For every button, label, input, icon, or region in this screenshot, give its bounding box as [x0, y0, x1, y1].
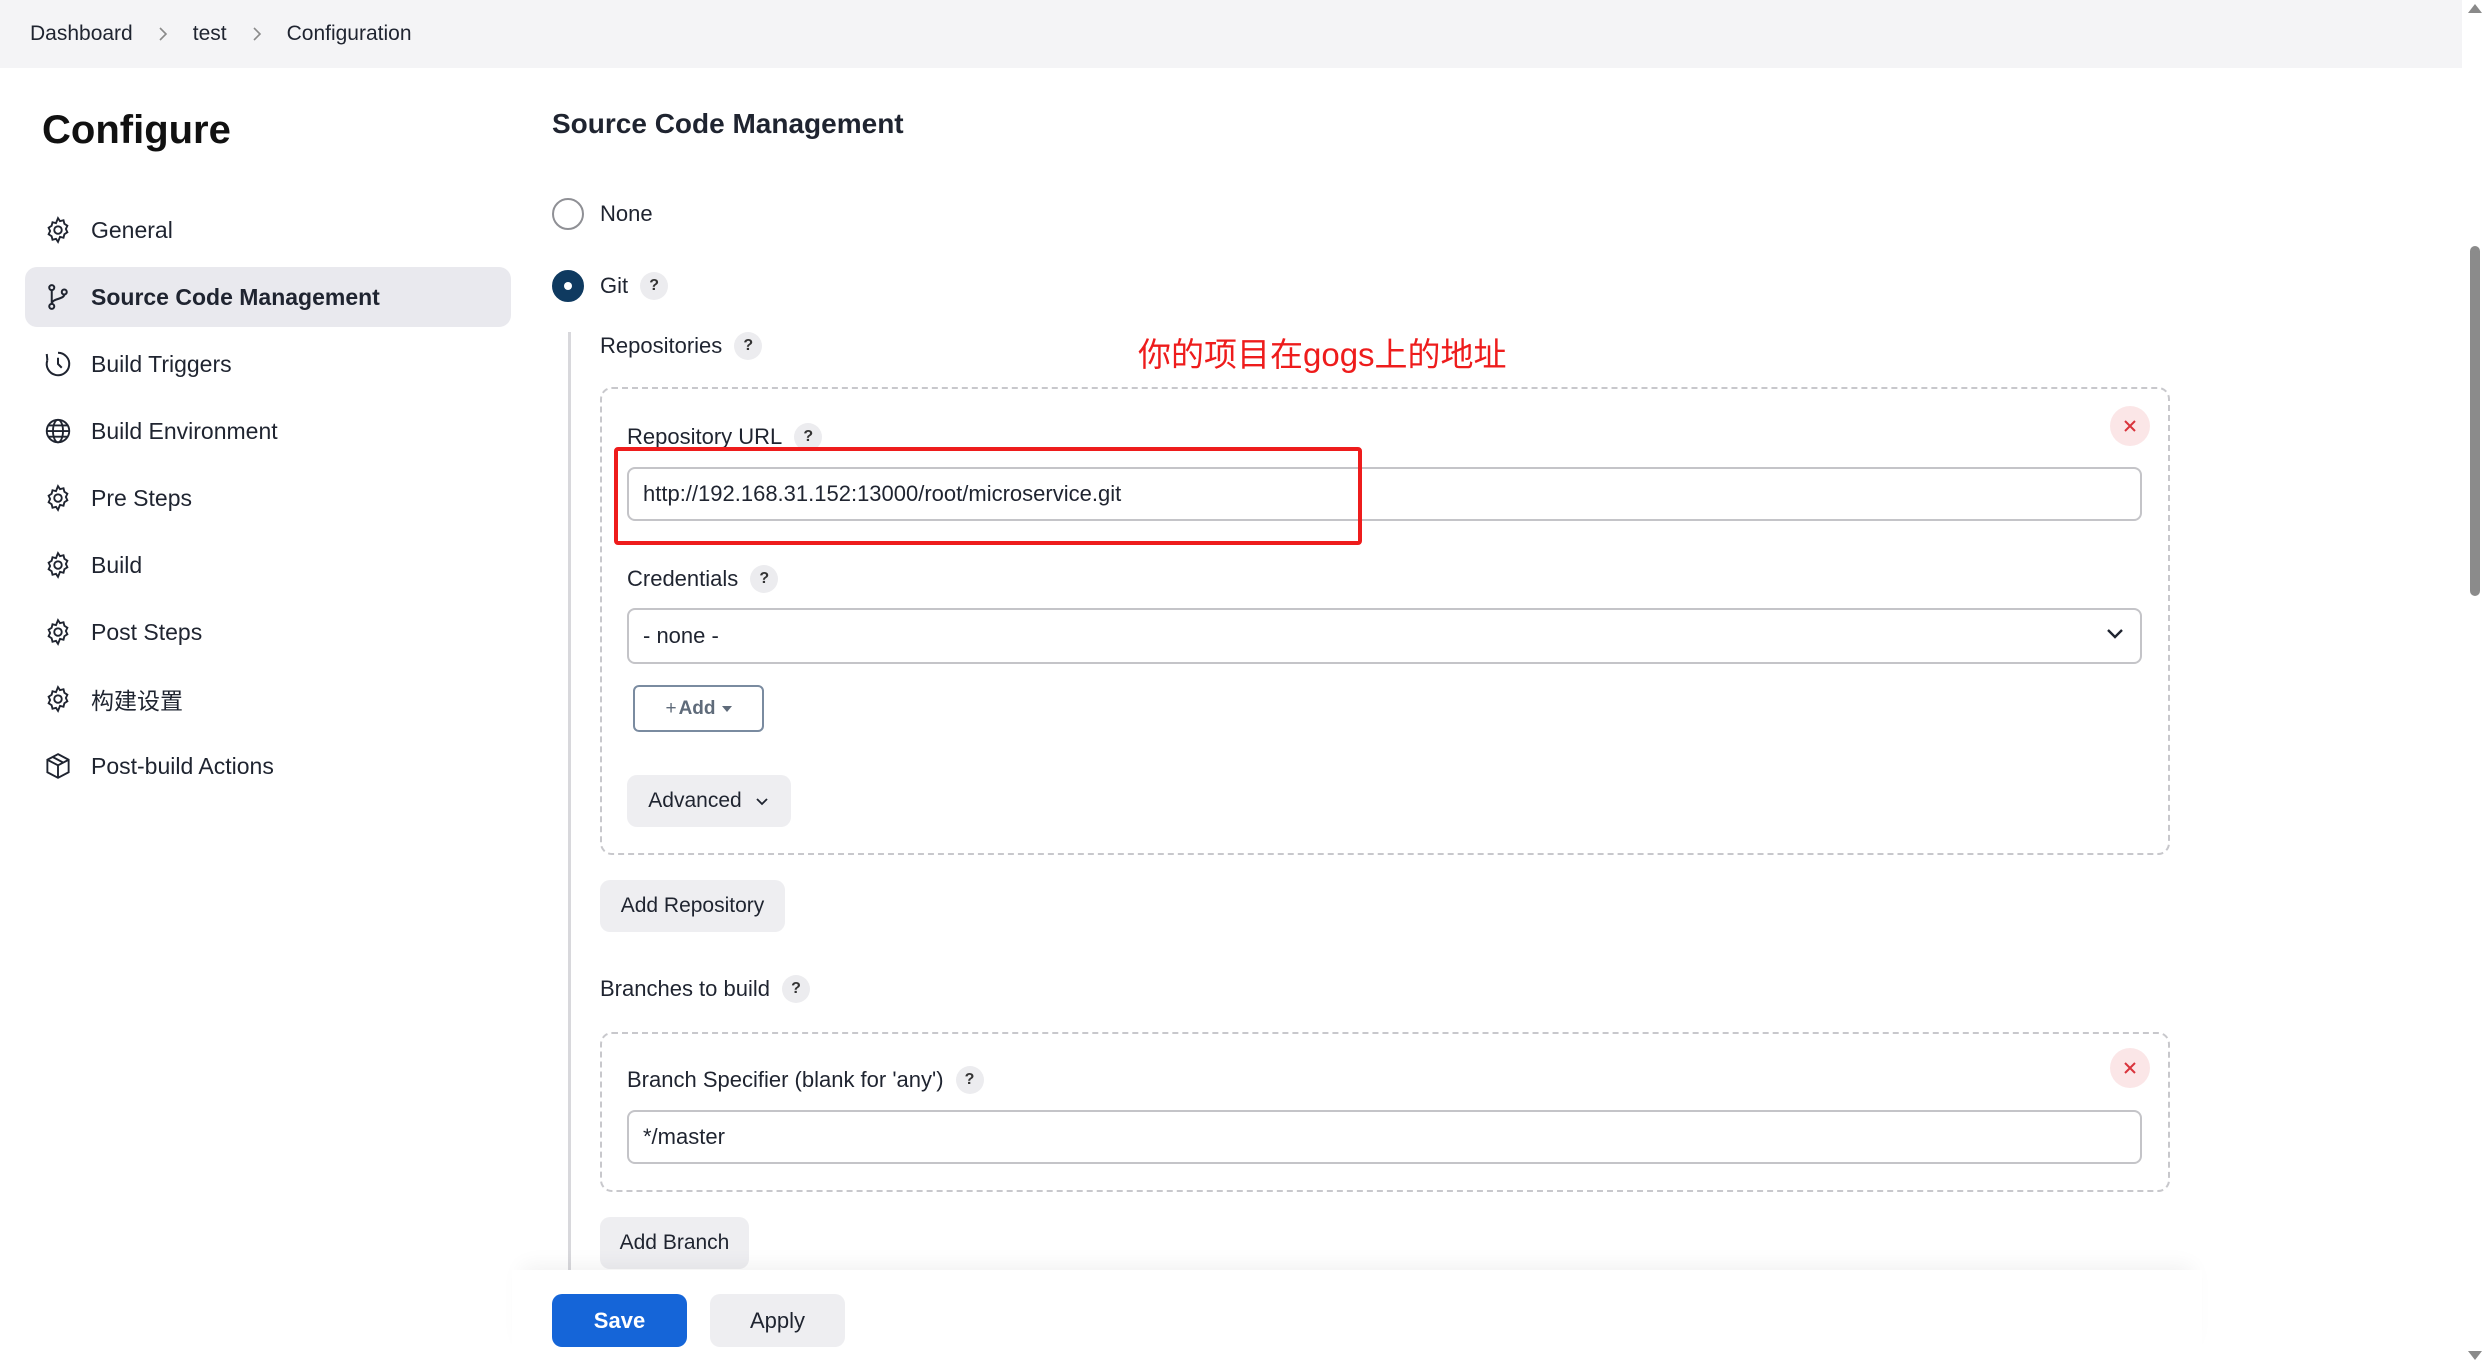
help-repositories-icon[interactable]: ?	[734, 332, 763, 360]
breadcrumb: Dashboard test Configuration	[0, 0, 2462, 68]
breadcrumb-dashboard[interactable]: Dashboard	[28, 22, 135, 46]
help-credentials-icon[interactable]: ?	[750, 565, 779, 593]
gear-icon	[42, 616, 74, 648]
sidebar-item-label: Post Steps	[91, 618, 203, 645]
chevron-right-icon	[229, 27, 285, 41]
sidebar-item-build-environment[interactable]: Build Environment	[25, 401, 511, 461]
remove-branch-close-icon[interactable]	[2110, 1048, 2150, 1088]
help-branches-icon[interactable]: ?	[782, 975, 810, 1003]
sidebar-item-label: 构建设置	[91, 688, 183, 714]
credentials-label-text: Credentials	[627, 566, 739, 591]
package-icon	[42, 750, 74, 782]
sidebar-item-post-steps[interactable]: Post Steps	[25, 602, 511, 662]
add-repository-button[interactable]: Add Repository	[600, 880, 785, 932]
caret-down-icon	[721, 705, 732, 712]
sidebar-item-label: Pre Steps	[91, 484, 192, 511]
repositories-label-text: Repositories	[600, 333, 723, 358]
gear-icon	[42, 549, 74, 581]
sidebar-item-pre-steps[interactable]: Pre Steps	[25, 468, 511, 528]
scroll-up-arrow-icon[interactable]	[2468, 4, 2482, 13]
scm-option-none[interactable]: None	[552, 198, 653, 230]
chevron-down-icon	[756, 798, 768, 806]
scm-option-git[interactable]: Git ?	[552, 270, 669, 302]
chevron-right-icon	[135, 27, 191, 41]
branches-label-text: Branches to build	[600, 976, 770, 1001]
add-credentials-button[interactable]: + Add	[633, 685, 764, 732]
globe-icon	[42, 415, 74, 447]
scroll-thumb[interactable]	[2470, 246, 2480, 596]
annotation-highlight-box	[614, 447, 1362, 545]
sidebar-item-general[interactable]: General	[25, 200, 511, 260]
sidebar-item-build-settings[interactable]: 构建设置	[25, 669, 511, 729]
radio-git-label: Git	[600, 273, 629, 298]
credentials-select-value: - none -	[643, 623, 719, 648]
help-branch-specifier-icon[interactable]: ?	[955, 1066, 984, 1094]
section-title: Source Code Management	[552, 108, 904, 139]
remove-repository-close-icon[interactable]	[2110, 406, 2150, 446]
section-divider	[568, 332, 571, 1272]
sidebar-item-label: Source Code Management	[91, 283, 380, 310]
vertical-scrollbar[interactable]	[2462, 0, 2488, 1366]
gear-icon	[42, 214, 74, 246]
advanced-button[interactable]: Advanced	[627, 775, 791, 827]
sidebar-item-label: Post-build Actions	[91, 752, 274, 779]
radio-none[interactable]	[552, 198, 584, 230]
clock-icon	[42, 348, 74, 380]
gear-icon	[42, 482, 74, 514]
sidebar-item-build-triggers[interactable]: Build Triggers	[25, 334, 511, 394]
branch-specifier-label-text: Branch Specifier (blank for 'any')	[627, 1067, 944, 1092]
sidebar-item-source-code-management[interactable]: Source Code Management	[25, 267, 511, 327]
sidebar-item-label: General	[91, 216, 173, 243]
annotation-text: 你的项目在gogs上的地址	[1138, 336, 1507, 373]
credentials-select[interactable]: - none -	[627, 608, 2142, 664]
page-title: Configure	[42, 108, 231, 152]
advanced-button-label: Advanced	[648, 789, 742, 812]
radio-none-label: None	[600, 201, 653, 226]
save-button[interactable]: Save	[552, 1294, 687, 1347]
sidebar-item-label: Build	[91, 551, 143, 578]
sidebar-item-post-build-actions[interactable]: Post-build Actions	[25, 736, 511, 796]
branch-specifier-input[interactable]: */master	[627, 1110, 2142, 1164]
radio-git[interactable]	[552, 270, 584, 302]
add-button-label: Add	[678, 697, 716, 719]
breadcrumb-configuration[interactable]: Configuration	[285, 22, 414, 46]
credentials-label: Credentials ?	[627, 565, 779, 593]
sidebar-item-build[interactable]: Build	[25, 535, 511, 595]
branch-specifier-label: Branch Specifier (blank for 'any') ?	[627, 1066, 984, 1094]
sidebar-nav: General Source Code Management Build Tri…	[25, 200, 511, 803]
help-git-icon[interactable]: ?	[640, 272, 669, 300]
repositories-label: Repositories ?	[600, 332, 763, 360]
apply-button[interactable]: Apply	[710, 1294, 845, 1347]
gear-icon	[42, 683, 74, 715]
scroll-down-arrow-icon[interactable]	[2468, 1351, 2482, 1360]
sidebar-item-label: Build Environment	[91, 417, 278, 444]
sidebar-item-label: Build Triggers	[91, 350, 232, 377]
branches-label: Branches to build ?	[600, 975, 810, 1003]
add-plus-icon: +	[665, 697, 677, 719]
add-branch-button[interactable]: Add Branch	[600, 1217, 749, 1269]
breadcrumb-test[interactable]: test	[191, 22, 229, 46]
chevron-down-icon	[2104, 622, 2126, 650]
git-branch-icon	[42, 281, 74, 313]
